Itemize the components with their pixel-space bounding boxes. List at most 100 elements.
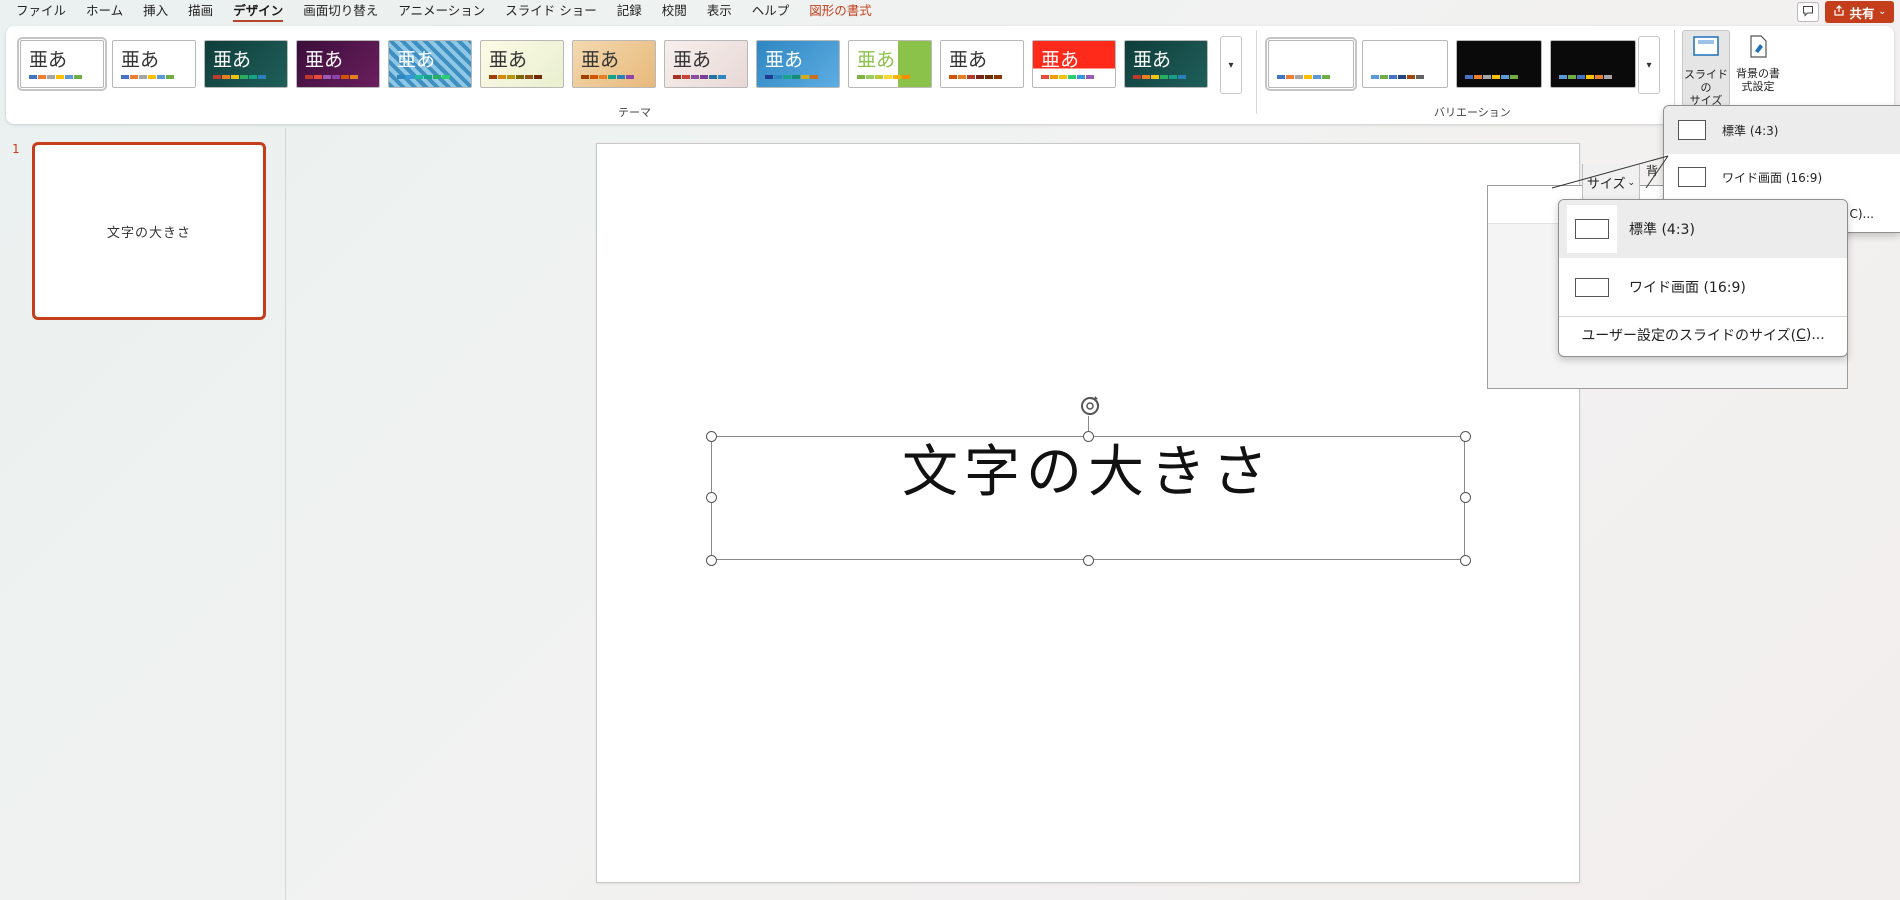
variation-color-swatches: [1371, 75, 1424, 79]
resize-handle-top-left[interactable]: [706, 431, 717, 442]
callout-line: [1551, 155, 1669, 189]
color-swatch: [139, 75, 147, 79]
color-swatch: [47, 75, 55, 79]
color-swatch: [157, 75, 165, 79]
resize-handle-bottom-right[interactable]: [1460, 555, 1471, 566]
resize-handle-top-right[interactable]: [1460, 431, 1471, 442]
color-swatch: [498, 75, 506, 79]
share-icon: [1833, 4, 1845, 20]
color-swatch: [1474, 75, 1482, 79]
color-swatch: [581, 75, 589, 79]
color-swatch: [1492, 75, 1500, 79]
tab-design[interactable]: デザイン: [223, 0, 293, 24]
theme-sample-text: 亜あ: [949, 49, 988, 71]
theme-thumbnail[interactable]: 亜あ: [664, 40, 748, 88]
tab-review[interactable]: 校閲: [652, 0, 697, 24]
color-swatch: [406, 75, 414, 79]
menu-item-standard[interactable]: 標準 (4:3): [1559, 200, 1847, 258]
color-swatch: [29, 75, 37, 79]
theme-color-swatches: [489, 75, 542, 79]
theme-thumbnail[interactable]: 亜あ: [112, 40, 196, 88]
tab-file[interactable]: ファイル: [6, 0, 76, 24]
theme-sample-text: 亜あ: [857, 49, 896, 71]
color-swatch: [976, 75, 984, 79]
theme-color-swatches: [581, 75, 634, 79]
theme-thumbnail[interactable]: 亜あ: [848, 40, 932, 88]
custom-size-prefix: ユーザー設定のスライドのサイズ(: [1581, 328, 1797, 344]
color-swatch: [902, 75, 910, 79]
menu-item-standard-small[interactable]: 標準 (4:3): [1664, 106, 1900, 154]
color-swatch: [222, 75, 230, 79]
theme-thumbnail[interactable]: 亜あ: [572, 40, 656, 88]
format-background-button[interactable]: 背景の書 式設定: [1734, 30, 1782, 106]
share-button[interactable]: 共有 ⌄: [1825, 1, 1894, 23]
color-swatch: [323, 75, 331, 79]
variation-thumbnail[interactable]: [1456, 40, 1542, 88]
theme-thumbnail[interactable]: 亜あ: [756, 40, 840, 88]
tab-insert[interactable]: 挿入: [133, 0, 178, 24]
color-swatch: [507, 75, 515, 79]
color-swatch: [691, 75, 699, 79]
resize-handle-top[interactable]: [1083, 431, 1094, 442]
theme-thumbnail[interactable]: 亜あ: [1032, 40, 1116, 88]
color-swatch: [1059, 75, 1067, 79]
variation-thumbnail[interactable]: [1265, 37, 1357, 91]
menu-item-widescreen[interactable]: ワイド画面 (16:9): [1559, 258, 1847, 316]
tab-draw[interactable]: 描画: [178, 0, 223, 24]
theme-thumbnail[interactable]: 亜あ: [1124, 40, 1208, 88]
theme-sample-text: 亜あ: [213, 49, 252, 71]
tab-help[interactable]: ヘルプ: [742, 0, 800, 24]
variation-color-swatches: [1277, 75, 1330, 79]
color-swatch: [599, 75, 607, 79]
color-swatch: [56, 75, 64, 79]
color-swatch: [1068, 75, 1076, 79]
menu-item-custom-size[interactable]: ユーザー設定のスライドのサイズ(C)...: [1559, 317, 1847, 353]
tab-record[interactable]: 記録: [607, 0, 652, 24]
slide-thumbnail[interactable]: 文字の大きさ: [32, 142, 266, 320]
menu-item-widescreen-small[interactable]: ワイド画面 (16:9): [1664, 154, 1900, 200]
theme-thumbnail[interactable]: 亜あ: [388, 40, 472, 88]
comments-button[interactable]: [1797, 2, 1820, 22]
rotate-handle[interactable]: [1077, 393, 1103, 419]
slide-title[interactable]: 文字の大きさ: [712, 437, 1464, 509]
tab-animations[interactable]: アニメーション: [388, 0, 495, 24]
tab-shape-format[interactable]: 図形の書式: [799, 0, 882, 24]
tab-view[interactable]: 表示: [697, 0, 742, 24]
slide-size-label: スライドの サイズ: [1684, 68, 1728, 107]
color-swatch: [213, 75, 221, 79]
theme-thumbnail[interactable]: 亜あ: [480, 40, 564, 88]
theme-thumbnail[interactable]: 亜あ: [204, 40, 288, 88]
tab-slideshow[interactable]: スライド ショー: [495, 0, 606, 24]
resize-handle-left[interactable]: [706, 492, 717, 503]
color-swatch: [332, 75, 340, 79]
color-swatch: [810, 75, 818, 79]
comment-icon: [1802, 5, 1814, 20]
widescreen-size-icon-box: [1567, 263, 1617, 311]
share-label: 共有: [1849, 5, 1875, 21]
theme-color-swatches: [397, 75, 450, 79]
theme-thumbnail[interactable]: 亜あ: [940, 40, 1024, 88]
color-swatch: [1465, 75, 1473, 79]
theme-thumbnail[interactable]: 亜あ: [17, 37, 107, 91]
color-swatch: [249, 75, 257, 79]
slide-size-button[interactable]: スライドの サイズ: [1682, 30, 1730, 107]
color-swatch: [305, 75, 313, 79]
color-swatch: [1304, 75, 1312, 79]
color-swatch: [1604, 75, 1612, 79]
variation-thumbnail[interactable]: [1550, 40, 1636, 88]
variation-thumbnail[interactable]: [1362, 40, 1448, 88]
resize-handle-bottom-left[interactable]: [706, 555, 717, 566]
chevron-down-icon: ⌄: [1878, 7, 1886, 17]
resize-handle-bottom[interactable]: [1083, 555, 1094, 566]
tab-transitions[interactable]: 画面切り替え: [293, 0, 388, 24]
resize-handle-right[interactable]: [1460, 492, 1471, 503]
color-swatch: [700, 75, 708, 79]
variation-gallery-more-button[interactable]: ▾: [1638, 36, 1660, 94]
theme-thumbnail[interactable]: 亜あ: [296, 40, 380, 88]
tab-home[interactable]: ホーム: [76, 0, 133, 24]
color-swatch: [1160, 75, 1168, 79]
title-textbox[interactable]: 文字の大きさ: [711, 436, 1465, 560]
menu-item-label: C)...: [1849, 207, 1874, 221]
slide-number: 1: [12, 142, 20, 156]
theme-gallery-more-button[interactable]: ▾: [1220, 36, 1242, 94]
